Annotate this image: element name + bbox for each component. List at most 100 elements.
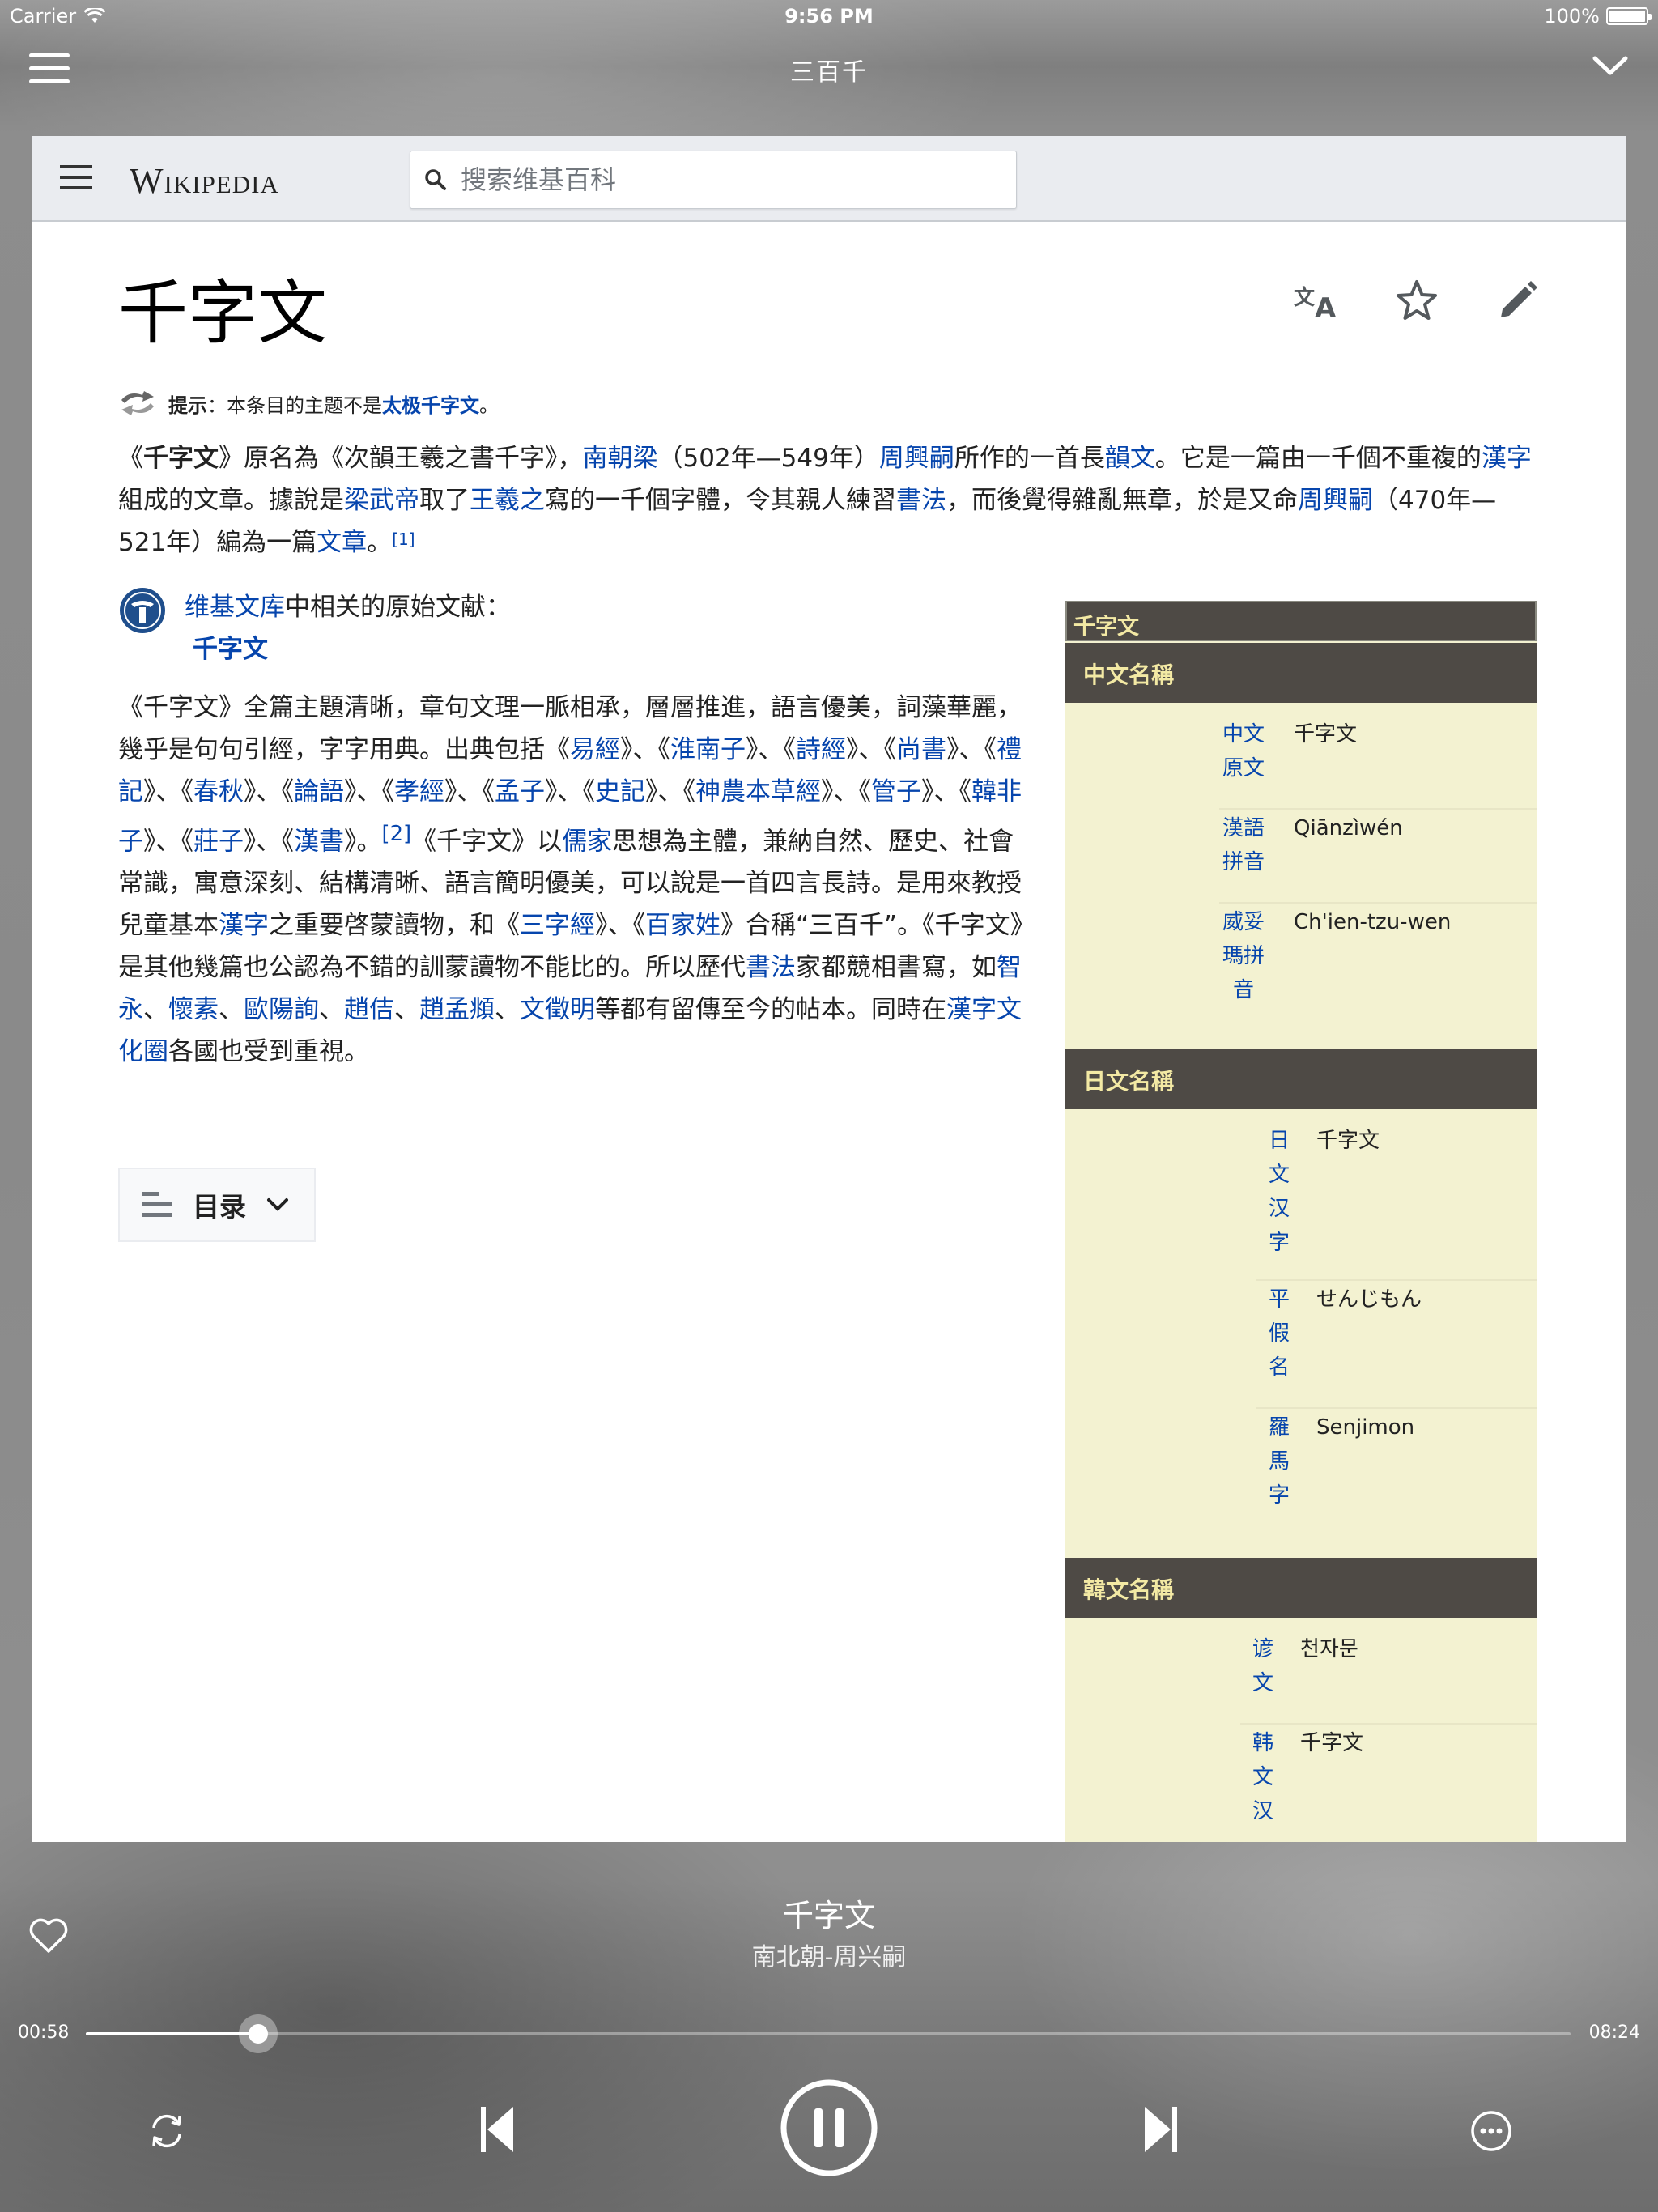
wikipedia-wordmark[interactable]: Wikipedia (130, 160, 279, 202)
song-artist: 南北朝-周兴嗣 (751, 1943, 907, 1972)
progress-thumb[interactable] (238, 2014, 278, 2053)
link-wen-zhengming[interactable]: 文徵明 (520, 995, 595, 1024)
link-huainanzi[interactable]: 淮南子 (670, 735, 746, 764)
ref-1[interactable]: [1] (392, 530, 414, 549)
link-rujia[interactable]: 儒家 (562, 827, 612, 856)
link-yijing[interactable]: 易經 (570, 735, 620, 764)
status-bar: Carrier 9:56 PM 100% (0, 0, 1658, 32)
battery-icon (1606, 7, 1652, 25)
repeat-icon[interactable] (144, 2108, 189, 2154)
wikipedia-webview[interactable]: Wikipedia 千字文 文 A 提示：本条目的主题不是太极千字文。 《千字文… (32, 136, 1626, 1842)
wikisource-link[interactable]: 维基文库 (185, 593, 285, 622)
link-liang-wudi[interactable]: 梁武帝 (344, 486, 419, 515)
infobox-title: 千字文 (1065, 601, 1537, 641)
infobox-value: 千字文 (1316, 1129, 1380, 1153)
toc-button[interactable]: 目录 (118, 1168, 316, 1242)
link-hanzi-2[interactable]: 漢字 (219, 911, 269, 940)
link-baijiaxing[interactable]: 百家姓 (645, 911, 721, 940)
link-yunwen[interactable]: 韻文 (1105, 444, 1155, 473)
link-shiji[interactable]: 史記 (595, 777, 645, 806)
hatnote: 提示：本条目的主题不是太极千字文。 (118, 387, 499, 419)
infobox-label[interactable]: 日 文 汉 字 (1266, 1124, 1292, 1279)
link-zhao-ji[interactable]: 趙佶 (344, 995, 394, 1024)
top-navigation: 三百千 (0, 40, 1658, 97)
infobox: 千字文 中文名稱 中文 原文 千字文 漢語 拼音 Qiānzìwén 威妥 瑪拼… (1065, 601, 1537, 1842)
wikisource-logo (120, 588, 165, 633)
link-sanzijing[interactable]: 三字經 (520, 911, 595, 940)
ref-2[interactable]: [2] (382, 822, 412, 846)
progress-fill (86, 2032, 258, 2035)
link-hanshu[interactable]: 漢書 (294, 827, 344, 856)
infobox-section-heading: 日文名稱 (1065, 1049, 1537, 1109)
link-lunyu[interactable]: 論語 (294, 777, 344, 806)
playlist-title: 三百千 (790, 58, 868, 87)
infobox-row: 平 假 名 せんじもん (1256, 1283, 1537, 1409)
infobox-row: 韩 文 汉 千字文 (1240, 1726, 1537, 1842)
link-huaisu[interactable]: 懷素 (168, 995, 219, 1024)
infobox-label[interactable]: 韩 文 汉 (1250, 1726, 1276, 1842)
link-xiaojing[interactable]: 孝經 (394, 777, 444, 806)
link-mengzi[interactable]: 孟子 (495, 777, 545, 806)
hatnote-text: 提示：本条目的主题不是太极千字文。 (168, 389, 499, 418)
chevron-down-icon[interactable] (1590, 50, 1630, 83)
link-shufa-2[interactable]: 書法 (746, 953, 796, 982)
total-time: 08:24 (1588, 2023, 1640, 2043)
infobox-value: Qiānzìwén (1294, 816, 1403, 840)
infobox-value: Ch'ien-tzu-wen (1294, 910, 1452, 934)
now-playing: 千字文 南北朝-周兴嗣 (0, 1893, 1658, 1977)
wikisource-work-link[interactable]: 千字文 (193, 628, 268, 670)
toc-label: 目录 (193, 1191, 246, 1223)
infobox-value: 천자문 (1300, 1637, 1358, 1661)
svg-text:文: 文 (1294, 285, 1316, 310)
link-zhuangzi[interactable]: 莊子 (193, 827, 244, 856)
link-zhou-xingsi[interactable]: 周興嗣 (879, 444, 954, 473)
link-zhao-mengfu[interactable]: 趙孟頫 (419, 995, 495, 1024)
infobox-row: 中文 原文 千字文 (1219, 717, 1537, 810)
link-hanzi[interactable]: 漢字 (1482, 444, 1532, 473)
link-wenzhang[interactable]: 文章 (317, 528, 367, 557)
star-icon[interactable] (1392, 277, 1441, 325)
wiki-search-input[interactable] (461, 151, 1003, 208)
link-ouyang-xun[interactable]: 歐陽詢 (244, 995, 319, 1024)
hatnote-link[interactable]: 太极千字文 (382, 394, 479, 417)
clock: 9:56 PM (784, 5, 874, 28)
previous-icon[interactable] (474, 2102, 523, 2157)
page-title: 千字文 (118, 273, 327, 354)
infobox-label[interactable]: 漢語 拼音 (1219, 811, 1268, 902)
wiki-header: Wikipedia (32, 136, 1626, 222)
wiki-menu-icon[interactable] (60, 165, 94, 191)
pause-icon[interactable] (779, 2078, 879, 2178)
link-wang-xizhi[interactable]: 王羲之 (470, 486, 545, 515)
battery-status: 100% (1544, 5, 1652, 28)
link-shijing[interactable]: 詩經 (796, 735, 846, 764)
infobox-label[interactable]: 中文 原文 (1219, 717, 1268, 808)
infobox-value: せんじもん (1316, 1287, 1422, 1312)
disambiguation-icon (121, 391, 154, 415)
infobox-section-heading: 韓文名稱 (1065, 1558, 1537, 1618)
link-shangshu[interactable]: 尚書 (896, 735, 946, 764)
more-icon[interactable] (1469, 2108, 1514, 2154)
next-icon[interactable] (1135, 2102, 1184, 2157)
hatnote-end: 。 (479, 393, 499, 417)
hatnote-label: 提示 (168, 393, 207, 417)
search-icon (425, 169, 446, 190)
link-shufa[interactable]: 書法 (896, 486, 946, 515)
link-zhou-xingsi-2[interactable]: 周興嗣 (1298, 486, 1373, 515)
wiki-search-box[interactable] (410, 151, 1017, 209)
body-paragraph: 《千字文》全篇主題清晰，章句文理一脈相承，層層推進，語言優美，詞藻華麗，幾乎是句… (118, 693, 1023, 1067)
link-nanchao-liang[interactable]: 南朝梁 (583, 444, 658, 473)
infobox-label[interactable]: 谚 文 (1250, 1632, 1276, 1723)
infobox-label[interactable]: 平 假 名 (1266, 1283, 1292, 1407)
progress-slider[interactable] (86, 2014, 1571, 2053)
infobox-row: 日 文 汉 字 千字文 (1256, 1124, 1537, 1281)
infobox-label[interactable]: 羅 馬 字 (1266, 1410, 1292, 1540)
link-chunqiu[interactable]: 春秋 (193, 777, 244, 806)
link-guanzi[interactable]: 管子 (871, 777, 921, 806)
link-shennong[interactable]: 神農本草經 (695, 777, 821, 806)
lead-paragraph: 《千字文》原名為《次韻王羲之書千字》，南朝梁（502年—549年）周興嗣所作的一… (118, 444, 1532, 557)
infobox-row: 羅 馬 字 Senjimon (1256, 1410, 1537, 1540)
pencil-icon[interactable] (1493, 277, 1541, 325)
translate-icon[interactable]: 文 A (1292, 277, 1341, 325)
infobox-section-heading: 中文名稱 (1065, 643, 1537, 703)
infobox-label[interactable]: 威妥 瑪拼 音 (1219, 905, 1268, 1027)
